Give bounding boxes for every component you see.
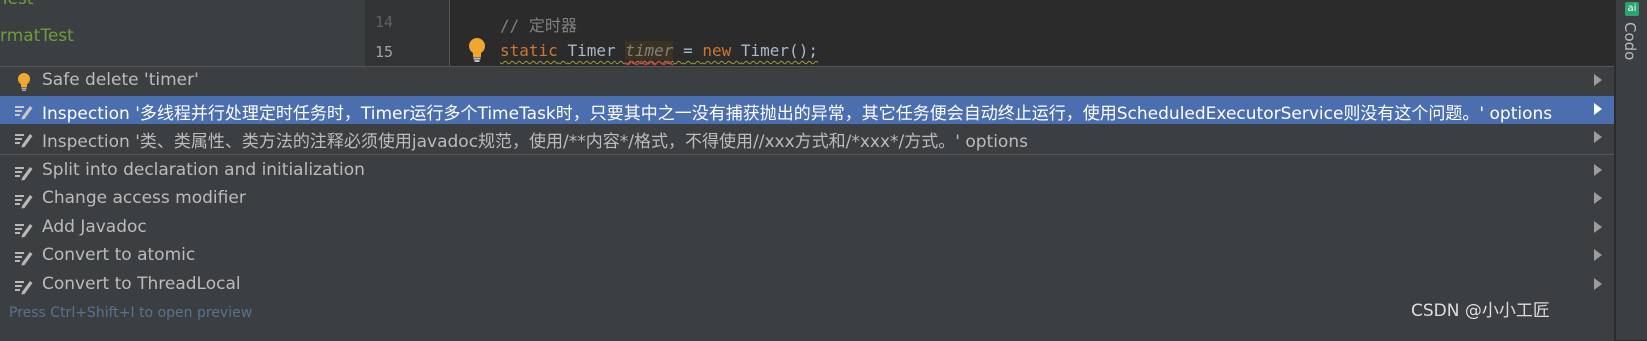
popup-footer: Press Ctrl+Shift+I to open preview — [0, 300, 1614, 340]
code-comment-line: // 定时器 — [500, 16, 577, 35]
codota-icon[interactable]: ai — [1625, 2, 1639, 16]
menu-item-label: Change access modifier — [42, 188, 246, 208]
submenu-arrow-icon — [1594, 74, 1602, 86]
menu-item-inspection-timer[interactable]: Inspection '多线程并行处理定时任务时，Timer运行多个TimeTa… — [0, 96, 1614, 124]
menu-item-label: Add Javadoc — [42, 217, 147, 237]
menu-item-label: Convert to atomic — [42, 245, 196, 265]
line-number-15: 15 — [375, 43, 394, 61]
bulb-icon — [18, 73, 30, 91]
editor-gutter: 14 15 — [365, 0, 450, 66]
assign-operator: = — [683, 41, 693, 60]
menu-item-label: Split into declaration and initializatio… — [42, 160, 365, 180]
submenu-arrow-icon — [1594, 131, 1602, 143]
menu-item-label: Inspection '多线程并行处理定时任务时，Timer运行多个TimeTa… — [42, 104, 1553, 124]
intention-icon — [15, 134, 33, 148]
type-name: Timer — [567, 41, 616, 60]
code-editor[interactable]: // 定时器 static Timer timer = new Timer(); — [450, 0, 1615, 66]
menu-item-label: Inspection '类、类属性、类方法的注释必须使用javadoc规范，使用… — [42, 132, 1028, 152]
menu-item-change-access-modifier[interactable]: Change access modifier — [0, 185, 1614, 213]
variable-timer[interactable]: timer — [625, 41, 674, 60]
intention-icon — [15, 106, 33, 120]
codota-tool-tab[interactable]: Codo — [1621, 22, 1639, 60]
line-number-14: 14 — [375, 13, 394, 31]
submenu-arrow-icon — [1594, 278, 1602, 290]
intention-icon — [15, 281, 33, 295]
tree-item-formattest[interactable]: rmatTest — [0, 26, 74, 46]
submenu-arrow-icon — [1594, 249, 1602, 261]
keyword-new: new — [702, 41, 732, 60]
menu-item-inspection-javadoc[interactable]: Inspection '类、类属性、类方法的注释必须使用javadoc规范，使用… — [0, 124, 1614, 152]
menu-item-add-javadoc[interactable]: Add Javadoc — [0, 214, 1614, 242]
submenu-arrow-icon — [1594, 192, 1602, 204]
menu-item-label: Convert to ThreadLocal — [42, 274, 241, 294]
right-tool-strip: ai Codo — [1615, 0, 1647, 340]
bulb-icon[interactable] — [467, 37, 487, 63]
intention-icon — [15, 252, 33, 266]
intention-icon — [15, 195, 33, 209]
menu-item-split-declaration[interactable]: Split into declaration and initializatio… — [0, 157, 1614, 185]
menu-separator — [0, 154, 1614, 155]
menu-item-safe-delete[interactable]: Safe delete 'timer' — [0, 67, 1614, 95]
submenu-arrow-icon — [1594, 221, 1602, 233]
menu-item-convert-to-threadlocal[interactable]: Convert to ThreadLocal — [0, 271, 1614, 299]
submenu-arrow-icon — [1594, 103, 1602, 115]
keyword-static: static — [500, 41, 558, 60]
csdn-watermark: CSDN @小小工匠 — [1411, 301, 1550, 321]
project-tree-panel: Test rmatTest — [0, 0, 365, 66]
preview-hint[interactable]: Press Ctrl+Shift+I to open preview — [9, 305, 252, 321]
tree-item-test[interactable]: Test — [0, 0, 33, 9]
submenu-arrow-icon — [1594, 164, 1602, 176]
menu-item-convert-to-atomic[interactable]: Convert to atomic — [0, 242, 1614, 270]
menu-item-label: Safe delete 'timer' — [42, 70, 199, 90]
intention-icon — [15, 224, 33, 238]
constructor-call: Timer(); — [740, 41, 818, 60]
code-line-15: static Timer timer = new Timer(); — [500, 41, 818, 60]
intention-icon — [15, 167, 33, 181]
